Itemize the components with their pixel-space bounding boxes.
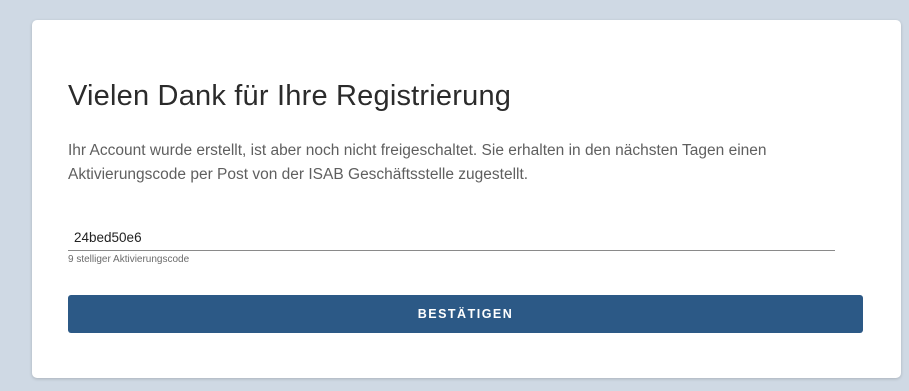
activation-code-helper: 9 stelliger Aktivierungscode (68, 254, 190, 265)
confirm-button[interactable]: BESTÄTIGEN (68, 295, 863, 333)
activation-code-field: 9 stelliger Aktivierungscode (68, 226, 835, 265)
page-title: Vielen Dank für Ihre Registrierung (68, 80, 512, 112)
registration-card: Vielen Dank für Ihre Registrierung Ihr A… (32, 20, 901, 378)
registration-message: Ihr Account wurde erstellt, ist aber noc… (68, 142, 767, 183)
activation-code-input[interactable] (68, 226, 835, 251)
